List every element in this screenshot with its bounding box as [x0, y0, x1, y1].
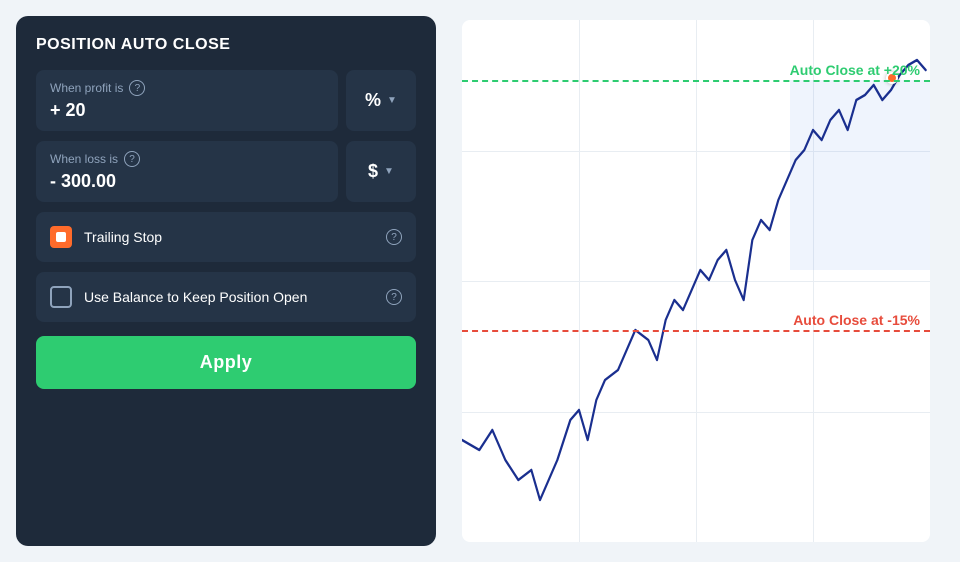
profit-annotation-label: Auto Close at +20%: [790, 62, 920, 78]
loss-annotation-line: [462, 330, 930, 332]
loss-row: When loss is ? - 300.00 $ ▼: [36, 141, 416, 202]
loss-help-icon[interactable]: ?: [124, 151, 140, 167]
loss-unit-arrow: ▼: [384, 166, 394, 177]
use-balance-label: Use Balance to Keep Position Open: [84, 289, 374, 305]
profit-annotation-line: [462, 80, 930, 82]
chart-panel: Auto Close at +20% Auto Close at -15%: [452, 0, 960, 562]
profit-field[interactable]: When profit is ? + 20: [36, 70, 338, 131]
use-balance-row[interactable]: Use Balance to Keep Position Open ?: [36, 272, 416, 322]
use-balance-help-icon[interactable]: ?: [386, 289, 402, 305]
loss-annotation-label: Auto Close at -15%: [793, 312, 920, 328]
profit-row: When profit is ? + 20 % ▼: [36, 70, 416, 131]
trailing-stop-row[interactable]: Trailing Stop ?: [36, 212, 416, 262]
position-auto-close-panel: POSITION AUTO CLOSE When profit is ? + 2…: [16, 16, 436, 546]
profit-value: + 20: [50, 100, 324, 121]
panel-title: POSITION AUTO CLOSE: [36, 36, 416, 54]
trailing-stop-label: Trailing Stop: [84, 229, 374, 245]
loss-unit-selector[interactable]: $ ▼: [346, 141, 416, 202]
profit-label: When profit is ?: [50, 80, 324, 96]
trailing-stop-checkbox[interactable]: [50, 226, 72, 248]
loss-label: When loss is ?: [50, 151, 324, 167]
trailing-stop-help-icon[interactable]: ?: [386, 229, 402, 245]
loss-field[interactable]: When loss is ? - 300.00: [36, 141, 338, 202]
apply-button[interactable]: Apply: [36, 336, 416, 389]
profit-unit-selector[interactable]: % ▼: [346, 70, 416, 131]
loss-value: - 300.00: [50, 171, 324, 192]
chart-area: Auto Close at +20% Auto Close at -15%: [462, 20, 930, 542]
profit-unit-arrow: ▼: [387, 95, 397, 106]
use-balance-checkbox[interactable]: [50, 286, 72, 308]
chart-line-svg: [462, 20, 930, 542]
profit-help-icon[interactable]: ?: [129, 80, 145, 96]
